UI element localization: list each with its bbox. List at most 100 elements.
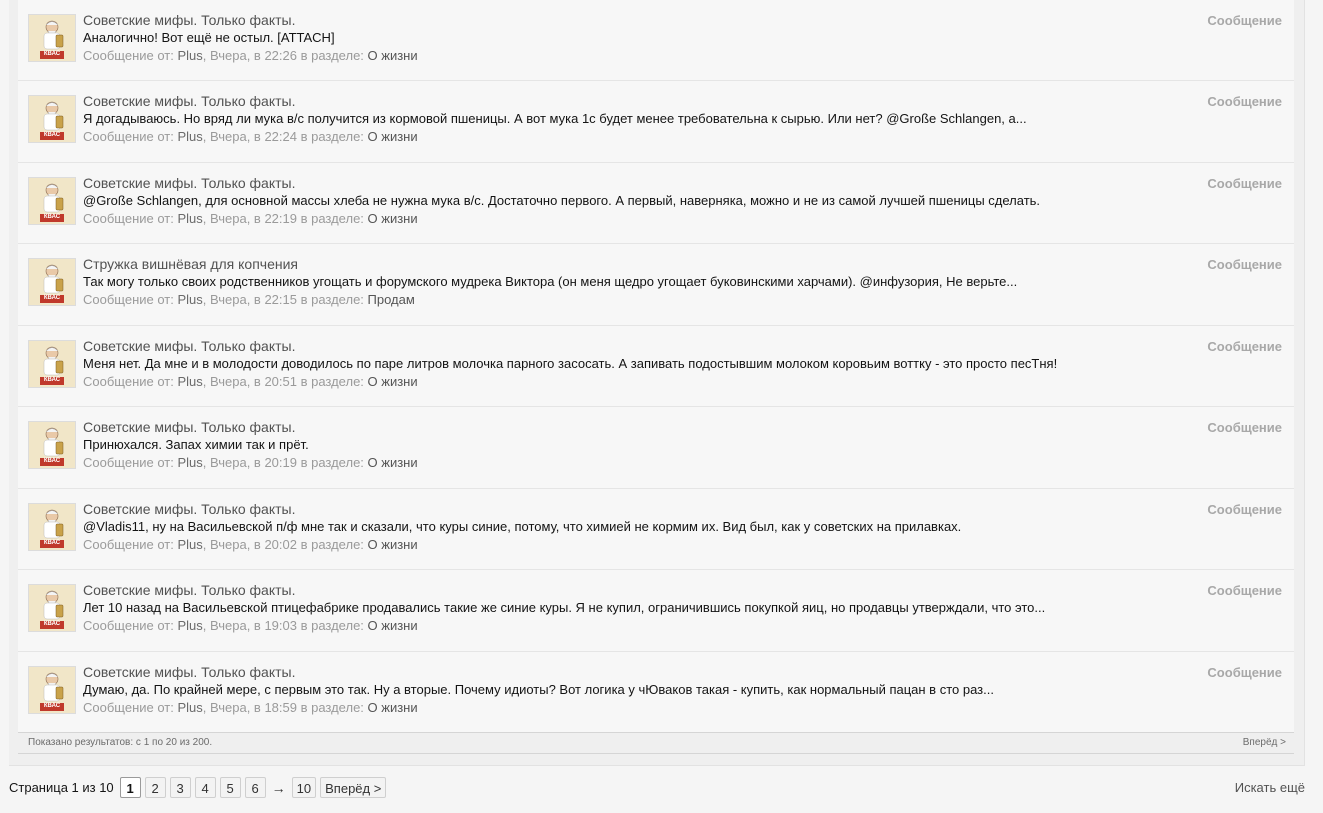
meta-time: , Вчера, в 18:59 в разделе:: [202, 700, 368, 715]
avatar[interactable]: КВАС: [28, 421, 76, 469]
avatar[interactable]: КВАС: [28, 258, 76, 306]
results-count: Показано результатов: с 1 по 20 из 200.: [28, 737, 213, 748]
result-thread-title[interactable]: Советские мифы. Только факты.: [83, 175, 296, 191]
forum-link[interactable]: О жизни: [368, 48, 418, 63]
result-type: Сообщение: [1207, 502, 1282, 517]
author-link[interactable]: Plus: [177, 374, 202, 389]
avatar-caption: КВАС: [43, 132, 61, 138]
result-type: Сообщение: [1207, 257, 1282, 272]
result-thread-title[interactable]: Советские мифы. Только факты.: [83, 582, 296, 598]
result-snippet[interactable]: Я догадываюсь. Но вряд ли мука в/с получ…: [83, 111, 1027, 126]
avatar-caption: КВАС: [43, 295, 61, 301]
meta-prefix: Сообщение от:: [83, 292, 178, 307]
search-more-link[interactable]: Искать ещё: [1235, 780, 1305, 795]
meta-prefix: Сообщение от:: [83, 211, 178, 226]
search-result-row: КВАС Советские мифы. Только факты. Лет 1…: [18, 570, 1294, 652]
avatar-caption: КВАС: [43, 51, 61, 57]
avatar[interactable]: КВАС: [28, 584, 76, 632]
search-results-list: КВАС Советские мифы. Только факты. Анало…: [18, 0, 1294, 733]
avatar-caption: КВАС: [43, 214, 61, 220]
meta-time: , Вчера, в 22:19 в разделе:: [202, 211, 368, 226]
search-result-row: КВАС Советские мифы. Только факты. Анало…: [18, 0, 1294, 81]
author-link[interactable]: Plus: [177, 700, 202, 715]
meta-prefix: Сообщение от:: [83, 374, 178, 389]
author-link[interactable]: Plus: [177, 618, 202, 633]
meta-time: , Вчера, в 20:02 в разделе:: [202, 537, 368, 552]
avatar-caption: КВАС: [43, 377, 61, 383]
author-link[interactable]: Plus: [177, 292, 202, 307]
result-meta: Сообщение от: Plus, Вчера, в 19:03 в раз…: [83, 618, 418, 633]
result-snippet[interactable]: Так могу только своих родственников угощ…: [83, 274, 1017, 289]
avatar-caption: КВАС: [43, 458, 61, 464]
result-meta: Сообщение от: Plus, Вчера, в 22:26 в раз…: [83, 48, 418, 63]
result-snippet[interactable]: @Große Schlangen, для основной массы хле…: [83, 193, 1040, 208]
forum-link[interactable]: О жизни: [368, 211, 418, 226]
search-result-row: КВАС Советские мифы. Только факты. Думаю…: [18, 652, 1294, 733]
result-thread-title[interactable]: Советские мифы. Только факты.: [83, 419, 296, 435]
result-type: Сообщение: [1207, 13, 1282, 28]
avatar[interactable]: КВАС: [28, 177, 76, 225]
forum-link[interactable]: О жизни: [368, 455, 418, 470]
page-button-1[interactable]: 1: [119, 777, 141, 798]
result-type: Сообщение: [1207, 665, 1282, 680]
avatar[interactable]: КВАС: [28, 503, 76, 551]
meta-prefix: Сообщение от:: [83, 129, 178, 144]
result-thread-title[interactable]: Советские мифы. Только факты.: [83, 664, 296, 680]
result-snippet[interactable]: Аналогично! Вот ещё не остыл. [ATTACH]: [83, 30, 335, 45]
result-type: Сообщение: [1207, 420, 1282, 435]
page-button-10[interactable]: 10: [291, 777, 317, 798]
meta-time: , Вчера, в 22:24 в разделе:: [202, 129, 368, 144]
avatar-caption: КВАС: [43, 540, 61, 546]
avatar[interactable]: КВАС: [28, 340, 76, 388]
result-snippet[interactable]: @Vladis11, ну на Васильевской п/ф мне та…: [83, 519, 961, 534]
result-meta: Сообщение от: Plus, Вчера, в 22:15 в раз…: [83, 292, 415, 307]
search-result-row: КВАС Советские мифы. Только факты. @Vlad…: [18, 489, 1294, 570]
forum-link[interactable]: О жизни: [368, 129, 418, 144]
search-result-row: КВАС Стружка вишнёвая для копчения Так м…: [18, 244, 1294, 326]
next-page-button[interactable]: Вперёд >: [320, 777, 387, 798]
meta-time: , Вчера, в 20:19 в разделе:: [202, 455, 368, 470]
result-thread-title[interactable]: Советские мифы. Только факты.: [83, 338, 296, 354]
forum-link[interactable]: О жизни: [368, 374, 418, 389]
result-type: Сообщение: [1207, 339, 1282, 354]
avatar[interactable]: КВАС: [28, 95, 76, 143]
search-result-row: КВАС Советские мифы. Только факты. Меня …: [18, 326, 1294, 407]
avatar[interactable]: КВАС: [28, 666, 76, 714]
forum-link[interactable]: О жизни: [368, 700, 418, 715]
result-thread-title[interactable]: Советские мифы. Только факты.: [83, 501, 296, 517]
author-link[interactable]: Plus: [177, 455, 202, 470]
result-snippet[interactable]: Думаю, да. По крайней мере, с первым это…: [83, 682, 994, 697]
meta-prefix: Сообщение от:: [83, 455, 178, 470]
author-link[interactable]: Plus: [177, 48, 202, 63]
result-thread-title[interactable]: Советские мифы. Только факты.: [83, 93, 296, 109]
meta-time: , Вчера, в 19:03 в разделе:: [202, 618, 368, 633]
page-button-6[interactable]: 6: [244, 777, 266, 798]
forum-link[interactable]: О жизни: [368, 618, 418, 633]
result-snippet[interactable]: Меня нет. Да мне и в молодости доводилос…: [83, 356, 1057, 371]
forum-link[interactable]: Продам: [368, 292, 415, 307]
meta-prefix: Сообщение от:: [83, 618, 178, 633]
avatar[interactable]: КВАС: [28, 14, 76, 62]
result-thread-title[interactable]: Советские мифы. Только факты.: [83, 12, 296, 28]
page-button-3[interactable]: 3: [169, 777, 191, 798]
meta-prefix: Сообщение от:: [83, 48, 178, 63]
page-label: Страница 1 из 10: [9, 780, 114, 795]
results-footer: Показано результатов: с 1 по 20 из 200. …: [18, 732, 1294, 754]
meta-time: , Вчера, в 20:51 в разделе:: [202, 374, 368, 389]
footer-next-link[interactable]: Вперёд >: [1243, 737, 1286, 748]
page-button-2[interactable]: 2: [144, 777, 166, 798]
result-meta: Сообщение от: Plus, Вчера, в 20:51 в раз…: [83, 374, 418, 389]
page-skip-arrow-icon: →: [271, 779, 286, 796]
result-meta: Сообщение от: Plus, Вчера, в 20:02 в раз…: [83, 537, 418, 552]
avatar-caption: КВАС: [43, 621, 61, 627]
meta-prefix: Сообщение от:: [83, 537, 178, 552]
author-link[interactable]: Plus: [177, 211, 202, 226]
result-snippet[interactable]: Принюхался. Запах химии так и прёт.: [83, 437, 309, 452]
page-button-4[interactable]: 4: [194, 777, 216, 798]
author-link[interactable]: Plus: [177, 129, 202, 144]
author-link[interactable]: Plus: [177, 537, 202, 552]
page-button-5[interactable]: 5: [219, 777, 241, 798]
forum-link[interactable]: О жизни: [368, 537, 418, 552]
result-thread-title[interactable]: Стружка вишнёвая для копчения: [83, 256, 298, 272]
result-snippet[interactable]: Лет 10 назад на Васильевской птицефабрик…: [83, 600, 1045, 615]
